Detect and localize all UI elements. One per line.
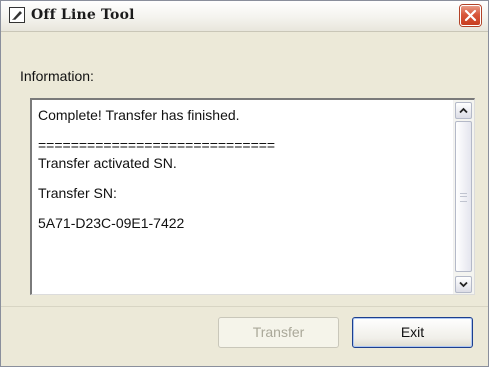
info-line: Transfer SN: [38,185,117,201]
window-title: Off Line Tool [31,7,135,23]
transfer-button[interactable]: Transfer [218,317,339,348]
vertical-scrollbar[interactable] [453,100,474,294]
info-line: Transfer activated SN. [38,155,177,171]
dialog-window: Off Line Tool Information: Complete! Tra… [0,0,489,367]
app-icon [9,7,25,23]
info-line: Complete! Transfer has finished. [38,107,240,123]
information-textbox[interactable]: Complete! Transfer has finished. =======… [30,98,475,295]
info-line: 5A71-D23C-09E1-7422 [38,215,185,231]
information-content: Complete! Transfer has finished. =======… [38,106,448,232]
grip-icon [460,193,467,202]
info-line: ============================= [38,137,276,153]
scroll-down-button[interactable] [455,276,472,293]
scrollbar-thumb[interactable] [455,121,472,272]
title-bar[interactable]: Off Line Tool [1,1,488,32]
close-button[interactable] [460,5,481,26]
divider [1,306,488,307]
scroll-up-button[interactable] [455,102,472,119]
exit-button[interactable]: Exit [352,317,473,348]
information-label: Information: [20,68,94,84]
